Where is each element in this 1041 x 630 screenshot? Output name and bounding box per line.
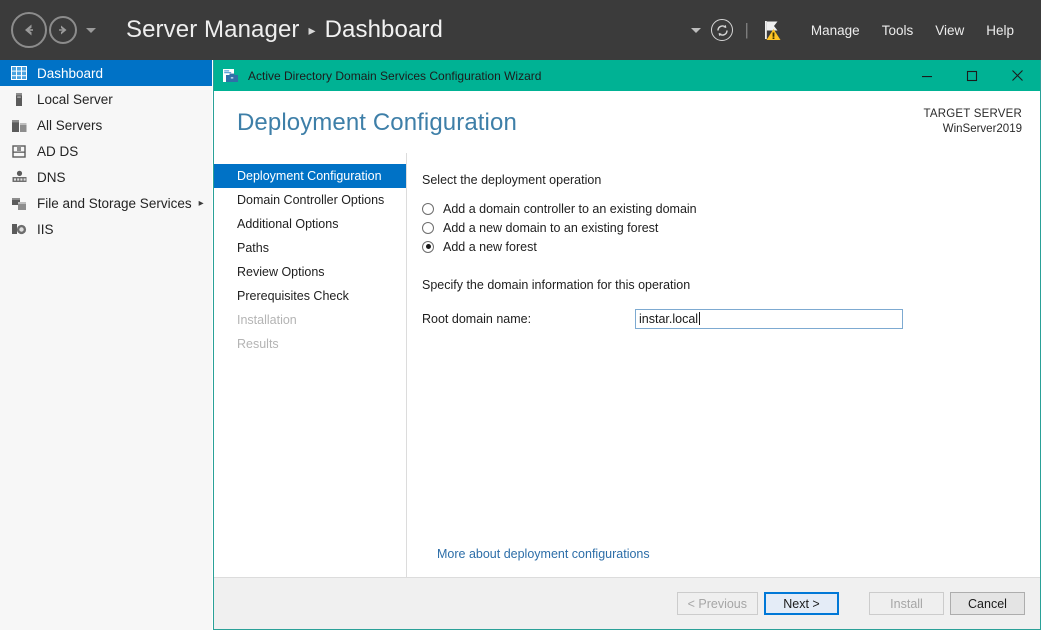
install-button: Install (869, 592, 944, 615)
breadcrumb-root[interactable]: Server Manager (126, 16, 299, 44)
operation-radio-group: Add a domain controller to an existing d… (422, 199, 1022, 256)
dashboard-icon (10, 65, 28, 81)
step-prerequisites-check[interactable]: Prerequisites Check (214, 284, 406, 308)
root-domain-input[interactable]: instar.local (635, 308, 903, 329)
menu-tools[interactable]: Tools (871, 23, 925, 38)
breadcrumb-separator-icon: ▸ (308, 22, 316, 38)
iis-icon (10, 221, 28, 237)
wizard-footer: < Previous Next > Install Cancel (214, 577, 1040, 629)
target-server-label: TARGET SERVER (923, 108, 1022, 120)
text-caret-icon (699, 312, 701, 325)
root-domain-label: Root domain name: (422, 311, 532, 326)
wizard-steps: Deployment Configuration Domain Controll… (214, 153, 407, 577)
previous-button: < Previous (676, 592, 758, 615)
radio-label: Add a new forest (443, 239, 537, 254)
sidebar-item-label: AD DS (37, 143, 79, 159)
wizard-titlebar[interactable]: Active Directory Domain Services Configu… (214, 60, 1040, 91)
step-label: Domain Controller Options (237, 193, 385, 207)
breadcrumb: Server Manager ▸ Dashboard (126, 16, 443, 44)
next-button[interactable]: Next > (764, 592, 839, 615)
caret-down-icon[interactable] (691, 27, 702, 33)
navigation-arrows (11, 12, 96, 48)
local-server-icon (10, 91, 28, 107)
sidebar-item-dashboard[interactable]: Dashboard (0, 60, 212, 86)
step-review-options[interactable]: Review Options (214, 260, 406, 284)
step-label: Deployment Configuration (237, 169, 382, 183)
wizard-title: Active Directory Domain Services Configu… (248, 68, 542, 83)
radio-label: Add a new domain to an existing forest (443, 220, 659, 235)
server-manager-sidebar: Dashboard Local Server All Servers AD DS… (0, 60, 212, 630)
step-label: Additional Options (237, 217, 339, 231)
dns-icon (10, 169, 28, 185)
menu-manage[interactable]: Manage (800, 23, 871, 38)
sidebar-item-label: Dashboard (37, 65, 104, 81)
ad-ds-configuration-wizard: Active Directory Domain Services Configu… (213, 60, 1041, 630)
history-dropdown-caret-icon[interactable] (86, 27, 96, 33)
step-label: Review Options (237, 265, 325, 279)
sidebar-item-label: DNS (37, 169, 66, 185)
radio-icon (422, 221, 434, 234)
radio-label: Add a domain controller to an existing d… (443, 201, 697, 216)
step-results: Results (214, 332, 406, 356)
sidebar-item-local-server[interactable]: Local Server (0, 86, 212, 112)
target-server-name: WinServer2019 (942, 123, 1022, 135)
wizard-body: Deployment Configuration Domain Controll… (214, 153, 1040, 577)
chevron-right-icon[interactable]: ▸ (199, 198, 204, 209)
ad-ds-icon (10, 143, 28, 159)
screen: Server Manager ▸ Dashboard | Manage Tool… (0, 0, 1041, 630)
sidebar-item-label: File and Storage Services (37, 195, 192, 211)
forward-arrow-icon[interactable] (49, 16, 77, 44)
menu-view[interactable]: View (924, 23, 975, 38)
minimize-icon[interactable] (904, 60, 949, 91)
sidebar-item-dns[interactable]: DNS (0, 164, 212, 190)
sidebar-item-label: IIS (37, 221, 54, 237)
window-controls (904, 60, 1040, 91)
domain-heading: Specify the domain information for this … (422, 278, 691, 292)
step-installation: Installation (214, 308, 406, 332)
operation-heading: Select the deployment operation (422, 173, 602, 187)
sidebar-item-all-servers[interactable]: All Servers (0, 112, 212, 138)
step-paths[interactable]: Paths (214, 236, 406, 260)
breadcrumb-leaf: Dashboard (324, 16, 443, 43)
step-label: Installation (237, 313, 297, 327)
sidebar-item-label: Local Server (37, 91, 113, 107)
page-title: Deployment Configuration (237, 109, 517, 136)
menu-help[interactable]: Help (975, 23, 1025, 38)
ad-ds-wizard-icon (222, 67, 239, 84)
root-domain-value: instar.local (639, 311, 699, 326)
server-manager-topbar: Server Manager ▸ Dashboard | Manage Tool… (0, 0, 1041, 60)
close-icon[interactable] (994, 60, 1040, 91)
more-about-deployment-link[interactable]: More about deployment configurations (437, 547, 650, 561)
root-domain-field-row: Root domain name: instar.local (422, 308, 1022, 329)
topbar-actions: | Manage Tools View Help (691, 17, 1041, 43)
sidebar-item-label: All Servers (37, 117, 103, 133)
radio-add-domain-controller[interactable]: Add a domain controller to an existing d… (422, 199, 1022, 218)
step-label: Paths (237, 241, 269, 255)
step-deployment-configuration[interactable]: Deployment Configuration (214, 164, 406, 188)
wizard-content-pane: Select the deployment operation Add a do… (407, 153, 1040, 577)
step-label: Prerequisites Check (237, 289, 349, 303)
wizard-header: Deployment Configuration TARGET SERVER W… (214, 91, 1040, 153)
content-inner: Select the deployment operation Add a do… (422, 153, 1022, 577)
back-arrow-icon[interactable] (11, 12, 47, 48)
all-servers-icon (10, 117, 28, 133)
cancel-button[interactable]: Cancel (950, 592, 1025, 615)
step-label: Results (237, 337, 279, 351)
step-domain-controller-options[interactable]: Domain Controller Options (214, 188, 406, 212)
radio-icon (422, 202, 434, 215)
maximize-icon[interactable] (949, 60, 994, 91)
sidebar-item-file-and-storage-services[interactable]: File and Storage Services ▸ (0, 190, 212, 216)
toolbar-divider: | (744, 20, 749, 39)
radio-add-new-forest[interactable]: Add a new forest (422, 237, 1022, 256)
radio-selected-icon (422, 240, 434, 253)
target-server-block: TARGET SERVER WinServer2019 (924, 107, 1022, 137)
step-additional-options[interactable]: Additional Options (214, 212, 406, 236)
notification-flag-icon[interactable] (760, 17, 786, 43)
file-storage-icon (10, 195, 28, 211)
radio-add-new-domain[interactable]: Add a new domain to an existing forest (422, 218, 1022, 237)
sidebar-item-iis[interactable]: IIS (0, 216, 212, 242)
sidebar-item-ad-ds[interactable]: AD DS (0, 138, 212, 164)
refresh-icon[interactable] (711, 19, 734, 41)
